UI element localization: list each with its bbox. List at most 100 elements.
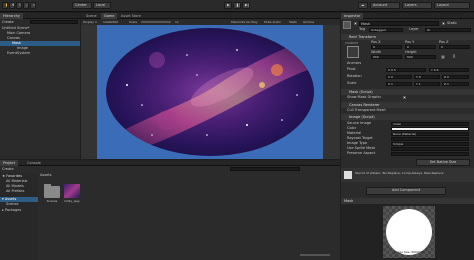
pos-x-field[interactable]: 0 [371, 45, 402, 49]
asset-scenes-label: Scenes [46, 199, 58, 203]
account-dropdown[interactable]: Account [370, 2, 400, 9]
pos-z-field[interactable]: 0 [439, 45, 470, 49]
tag-label: Tag [359, 27, 365, 31]
pivot-local-button[interactable]: Local [93, 2, 111, 9]
folder-tab [44, 184, 51, 187]
material-info: Stencil UI (Mask), Tex:Replace, Comp:Alw… [341, 168, 474, 182]
preview-area: Image Size: 600x600 [341, 204, 474, 260]
project-tree: ★ Favorites All Materials All Models All… [0, 173, 38, 260]
tab-project[interactable]: Project [0, 160, 18, 166]
project-search-input[interactable] [230, 167, 300, 171]
play-button[interactable]: ▶ [224, 2, 232, 9]
mask-circle-preview [386, 209, 432, 255]
tree-packages[interactable]: ▸ Packages [2, 208, 38, 213]
rotation-y-field[interactable]: Y 0 [414, 75, 440, 79]
hand-tool-button[interactable]: ✋ [2, 2, 8, 9]
step-button[interactable]: ▶❚ [242, 2, 250, 9]
scale-z-field[interactable]: Z 1 [442, 82, 469, 86]
hierarchy-search-input[interactable] [30, 20, 78, 24]
project-panel: Project Console Create ★ Favorites All M… [0, 160, 340, 260]
project-tabbar: Project Console [0, 160, 340, 166]
hierarchy-item-label: Mask [12, 41, 22, 45]
show-mask-graphic-label: Show Mask Graphic [347, 95, 382, 99]
add-component-button[interactable]: Add Component [366, 187, 446, 195]
scale-y-field[interactable]: Y 1 [414, 82, 440, 86]
layer-label: Layer [409, 27, 419, 31]
cloud-icon[interactable]: ☁ [358, 2, 368, 9]
scale-slider[interactable] [141, 21, 171, 23]
pivot-label: Pivot [347, 67, 356, 71]
pivot-center-button[interactable]: Center [72, 2, 92, 9]
asset-milky-way-thumbnail[interactable] [64, 184, 80, 198]
anchor-preset-button[interactable] [347, 46, 359, 58]
inspector-panel: Inspector Mask Static Tag Untagged Layer… [341, 13, 474, 260]
scale-x-field[interactable]: X 1 [386, 82, 412, 86]
tab-console[interactable]: Console [24, 160, 44, 166]
gameobject-icon [343, 21, 351, 29]
height-field[interactable]: 600 [405, 55, 436, 59]
static-label: Static [447, 21, 458, 25]
tag-dropdown[interactable]: Untagged [369, 28, 403, 32]
favorites-all-prefabs[interactable]: All Prefabs [6, 189, 38, 194]
preview-caption: Image Size: 600x600 [394, 250, 424, 254]
tab-hierarchy[interactable]: Hierarchy [0, 13, 23, 19]
hierarchy-item-label: EventSystem [7, 51, 31, 55]
hierarchy-list: Untitled Scene* Main Camera Canvas Mask Imag… [0, 26, 80, 56]
pivot-x-field[interactable]: X 0.5 [386, 68, 426, 72]
image-component-header[interactable]: Image (Script) [341, 114, 474, 120]
image-fields: Source Image mask Color Material None (Mater… [341, 121, 474, 156]
hierarchy-panel: Hierarchy Create Untitled Scene* Main Cam… [0, 13, 80, 159]
rotation-label: Rotation [347, 74, 362, 78]
active-checkbox[interactable] [354, 22, 357, 25]
material-swatch [344, 171, 352, 179]
image-field-value[interactable] [391, 146, 469, 151]
image-field-value[interactable] [391, 136, 469, 141]
scale-label: Scale [347, 81, 357, 85]
pause-button[interactable]: ❚❚ [233, 2, 241, 9]
static-checkbox[interactable] [442, 22, 445, 25]
image-field-value[interactable] [391, 126, 469, 131]
rotation-z-field[interactable]: Z 0 [442, 75, 469, 79]
image-field-label: Preserve Aspect [347, 151, 376, 155]
raw-edit-icon[interactable]: R [451, 54, 457, 60]
tab-inspector[interactable]: Inspector [341, 13, 364, 19]
layers-dropdown[interactable]: Layers [402, 2, 432, 9]
asset-milky-way-label: milky_way [64, 199, 80, 203]
hierarchy-tabbar: Hierarchy [0, 13, 80, 19]
move-tool-button[interactable]: ✥ [9, 2, 15, 9]
layout-dropdown[interactable]: Layout [434, 2, 470, 9]
object-name-input[interactable]: Mask [359, 21, 439, 26]
pivot-y-field[interactable]: Y 0.5 [429, 68, 469, 72]
hierarchy-item[interactable]: EventSystem [0, 51, 80, 56]
thumbnail-size-slider[interactable] [300, 254, 330, 256]
image-field-value[interactable]: mask [391, 121, 469, 126]
anchors-foldout[interactable]: Anchors [347, 61, 377, 66]
asset-scenes-folder[interactable] [44, 184, 60, 198]
hierarchy-create-button[interactable]: Create [2, 20, 32, 25]
preview-checker: Image Size: 600x600 [383, 206, 435, 258]
rotation-x-field[interactable]: X 0 [386, 75, 412, 79]
cull-transparent-label: Cull Transparent Mesh [347, 108, 386, 112]
image-field-value[interactable] [391, 151, 469, 156]
project-breadcrumb[interactable]: Assets [40, 173, 80, 178]
hierarchy-item-label: Main Camera [7, 31, 31, 35]
hierarchy-item-label: Untitled Scene* [2, 26, 30, 30]
blueprint-mode-icon[interactable]: ▦ [440, 54, 446, 60]
set-native-size-button[interactable]: Set Native Size [416, 159, 470, 166]
scale-tool-button[interactable]: ⤢ [23, 2, 29, 9]
project-create-button[interactable]: Create [2, 167, 22, 172]
inspector-tabbar: Inspector [341, 13, 474, 19]
image-field-value[interactable]: None (Material) [391, 131, 469, 136]
layer-dropdown[interactable]: UI [425, 28, 471, 32]
hierarchy-item-label: Canvas [7, 36, 20, 40]
image-field-value[interactable]: Simple [391, 141, 469, 146]
width-field[interactable]: 600 [371, 55, 402, 59]
game-canvas[interactable] [97, 25, 323, 159]
pos-y-field[interactable]: 0 [405, 45, 436, 49]
folder-icon [44, 186, 60, 198]
rotate-tool-button[interactable]: ↻ [16, 2, 22, 9]
rect-tool-button[interactable]: ▭ [30, 2, 36, 9]
display-dropdown[interactable]: Display 1 [83, 19, 97, 25]
tree-scenes[interactable]: Scenes [6, 202, 38, 207]
show-mask-graphic-checkbox[interactable] [403, 96, 406, 99]
